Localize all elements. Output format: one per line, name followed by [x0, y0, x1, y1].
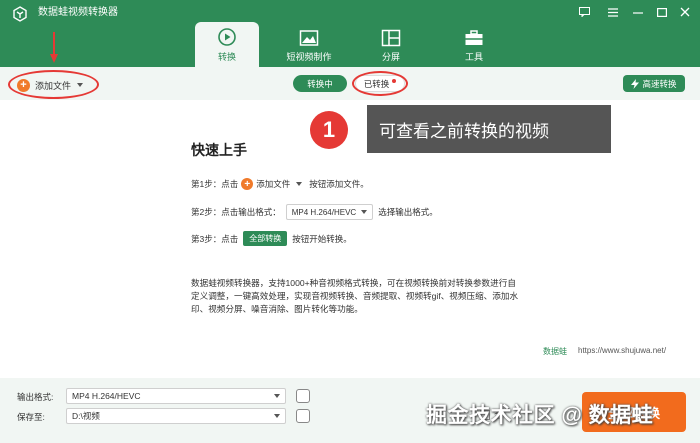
convert-icon [218, 28, 236, 46]
menu-icon[interactable] [605, 5, 621, 19]
arrow-down-icon [50, 32, 58, 63]
converting-label: 转换中 [307, 78, 333, 89]
callout-annotation: 可查看之前转换的视频 [367, 105, 611, 153]
feedback-icon[interactable] [576, 5, 592, 19]
output-format-label: 输出格式: [17, 392, 54, 402]
close-icon[interactable] [677, 5, 693, 19]
inline-format-value: MP4 H.264/HEVC [291, 207, 357, 217]
app-logo-icon [13, 6, 27, 22]
output-format-value: MP4 H.264/HEVC [72, 391, 141, 401]
chevron-down-icon [296, 182, 303, 186]
inline-add-file-button[interactable]: + 添加文件 [241, 178, 303, 190]
tab-short-video[interactable]: 短视频制作 [277, 24, 341, 67]
step-number-badge: 1 [310, 111, 348, 149]
tab-label: 分屏 [381, 52, 400, 62]
step-2: 第2步：点击输出格式： MP4 H.264/HEVC 选择输出格式。 [191, 204, 438, 220]
lightning-icon [631, 78, 640, 89]
output-format-select[interactable]: MP4 H.264/HEVC [66, 388, 286, 404]
toolbox-icon [465, 30, 483, 45]
minimize-icon[interactable] [630, 5, 646, 19]
watermark-text: 掘金技术社区 @ 数据蛙 [426, 404, 654, 427]
plus-icon: + [241, 178, 254, 190]
step1-suffix: 按钮添加文件。 [309, 179, 369, 189]
chevron-down-icon [361, 210, 368, 214]
highlight-oval-converted [352, 71, 408, 96]
maximize-icon[interactable] [654, 5, 670, 19]
step3-suffix: 按钮开始转换。 [292, 233, 352, 244]
brand-name: 数据蛙 [543, 347, 567, 356]
step2-prefix: 第2步：点击输出格式： [191, 207, 281, 217]
format-settings-icon[interactable] [296, 389, 310, 403]
fast-convert-button[interactable]: 高速转换 [623, 75, 685, 92]
quick-start-title: 快速上手 [191, 142, 247, 158]
tab-label: 短视频制作 [286, 52, 332, 62]
step1-prefix: 第1步：点击 [191, 179, 239, 189]
app-description: 数据蛙视频转换器，支持1000+种音视频格式转换，可在视频转换前对转换参数进行自… [191, 278, 519, 314]
split-screen-icon [381, 29, 401, 47]
tab-label: 转换 [217, 52, 236, 62]
save-to-value: D:\视频 [72, 411, 100, 421]
step-1: 第1步：点击 + 添加文件 按钮添加文件。 [191, 178, 369, 190]
highlight-oval-add-file [8, 70, 99, 99]
step3-prefix: 第3步：点击 [191, 233, 239, 244]
inline-format-select[interactable]: MP4 H.264/HEVC [285, 204, 374, 220]
tab-converting[interactable]: 转换中 [293, 75, 347, 92]
fast-convert-label: 高速转换 [642, 78, 677, 89]
step2-suffix: 选择输出格式。 [378, 207, 438, 217]
save-to-label: 保存至: [17, 412, 45, 422]
title-bar: 数据蛙视频转换器 转换 短视频制作 分屏 工具 [0, 0, 700, 67]
inline-add-file-label: 添加文件 [256, 179, 291, 189]
tab-convert[interactable]: 转换 [195, 22, 259, 67]
chevron-down-icon [274, 414, 280, 418]
folder-icon[interactable] [296, 409, 310, 423]
tab-split-screen[interactable]: 分屏 [359, 24, 423, 67]
step-3: 第3步：点击 全部转换 按钮开始转换。 [191, 231, 352, 246]
toolbar [0, 67, 700, 100]
brand-url[interactable]: https://www.shujuwa.net/ [578, 346, 666, 355]
save-to-select[interactable]: D:\视频 [66, 408, 286, 424]
tab-label: 工具 [464, 52, 483, 62]
short-video-icon [299, 30, 319, 46]
tab-tools[interactable]: 工具 [442, 24, 506, 67]
app-title: 数据蛙视频转换器 [38, 7, 118, 18]
chevron-down-icon [274, 394, 280, 398]
inline-convert-all-button[interactable]: 全部转换 [243, 231, 288, 246]
